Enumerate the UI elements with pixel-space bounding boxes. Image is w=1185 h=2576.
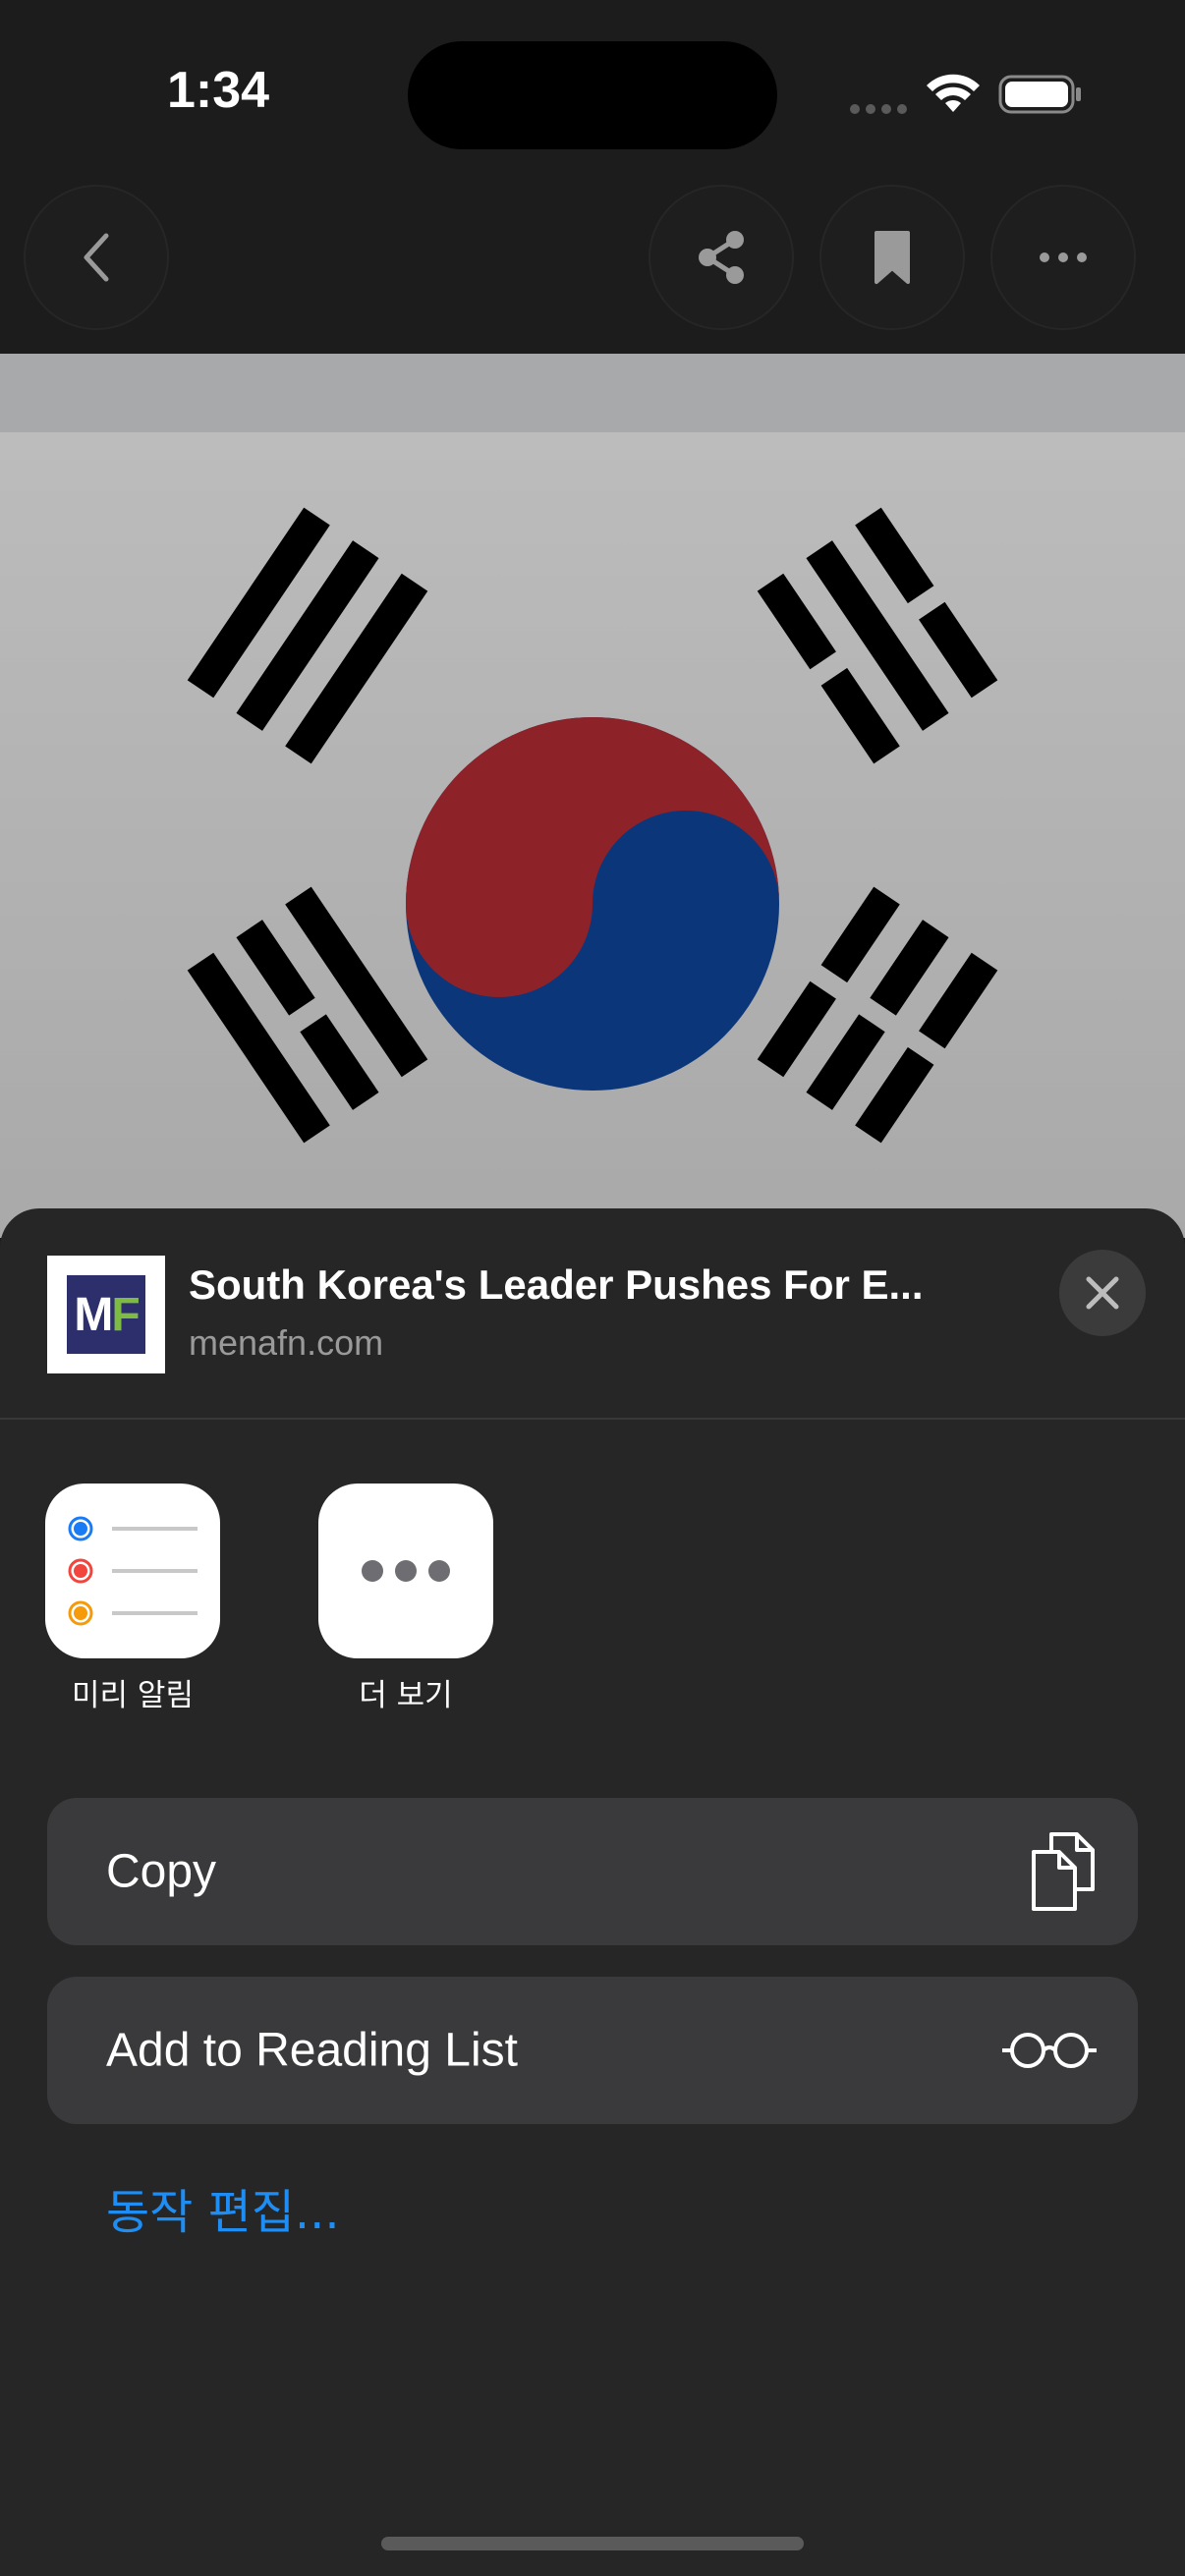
browser-toolbar	[0, 177, 1185, 354]
share-sheet: MF South Korea's Leader Pushes For E... …	[0, 1208, 1185, 2576]
close-button[interactable]	[1059, 1250, 1146, 1336]
bookmark-button[interactable]	[819, 185, 965, 330]
share-button[interactable]	[649, 185, 794, 330]
wifi-icon	[927, 74, 980, 112]
app-label-more: 더 보기	[359, 1678, 453, 1713]
copy-action[interactable]: Copy	[47, 1798, 1138, 1945]
battery-icon	[998, 75, 1081, 114]
share-app-row: 미리 알림 더 보기	[0, 1484, 1185, 1729]
copy-action-label: Copy	[106, 1845, 217, 1898]
copy-icon	[1032, 1832, 1095, 1911]
bookmark-icon	[875, 231, 910, 284]
signal-dots-icon	[850, 104, 907, 114]
menafn-logo: MF	[67, 1275, 145, 1354]
app-more[interactable]: 더 보기	[317, 1484, 494, 1714]
site-thumbnail: MF	[47, 1256, 165, 1373]
status-time: 1:34	[167, 62, 270, 119]
shared-page-title: South Korea's Leader Pushes For E...	[189, 1261, 924, 1308]
app-reminders[interactable]: 미리 알림	[44, 1484, 221, 1714]
shared-page-domain: menafn.com	[189, 1322, 384, 1363]
reading-list-glasses-icon	[1002, 2033, 1097, 2068]
back-icon	[84, 233, 109, 282]
screen: 1:34 M F South Korea's Leader Pushes For…	[0, 0, 1185, 2576]
share-icon	[699, 231, 744, 284]
status-bar: 1:34	[0, 0, 1185, 177]
south-korea-flag-image	[0, 432, 1185, 1238]
reminders-icon	[45, 1484, 220, 1658]
add-to-reading-list-action[interactable]: Add to Reading List	[47, 1977, 1138, 2124]
edit-actions-link[interactable]: 동작 편집...	[106, 2173, 340, 2242]
home-indicator	[381, 2537, 804, 2550]
share-sheet-header: MF South Korea's Leader Pushes For E... …	[0, 1208, 1185, 1420]
app-label-reminders: 미리 알림	[72, 1678, 194, 1713]
back-button[interactable]	[24, 185, 169, 330]
more-button[interactable]	[990, 185, 1136, 330]
web-content	[0, 354, 1185, 1238]
reading-list-action-label: Add to Reading List	[106, 2024, 518, 2077]
dynamic-island	[408, 41, 777, 149]
close-icon	[1086, 1276, 1119, 1310]
more-apps-icon	[318, 1484, 493, 1658]
more-icon	[1040, 252, 1087, 262]
content-strip	[0, 354, 1185, 432]
